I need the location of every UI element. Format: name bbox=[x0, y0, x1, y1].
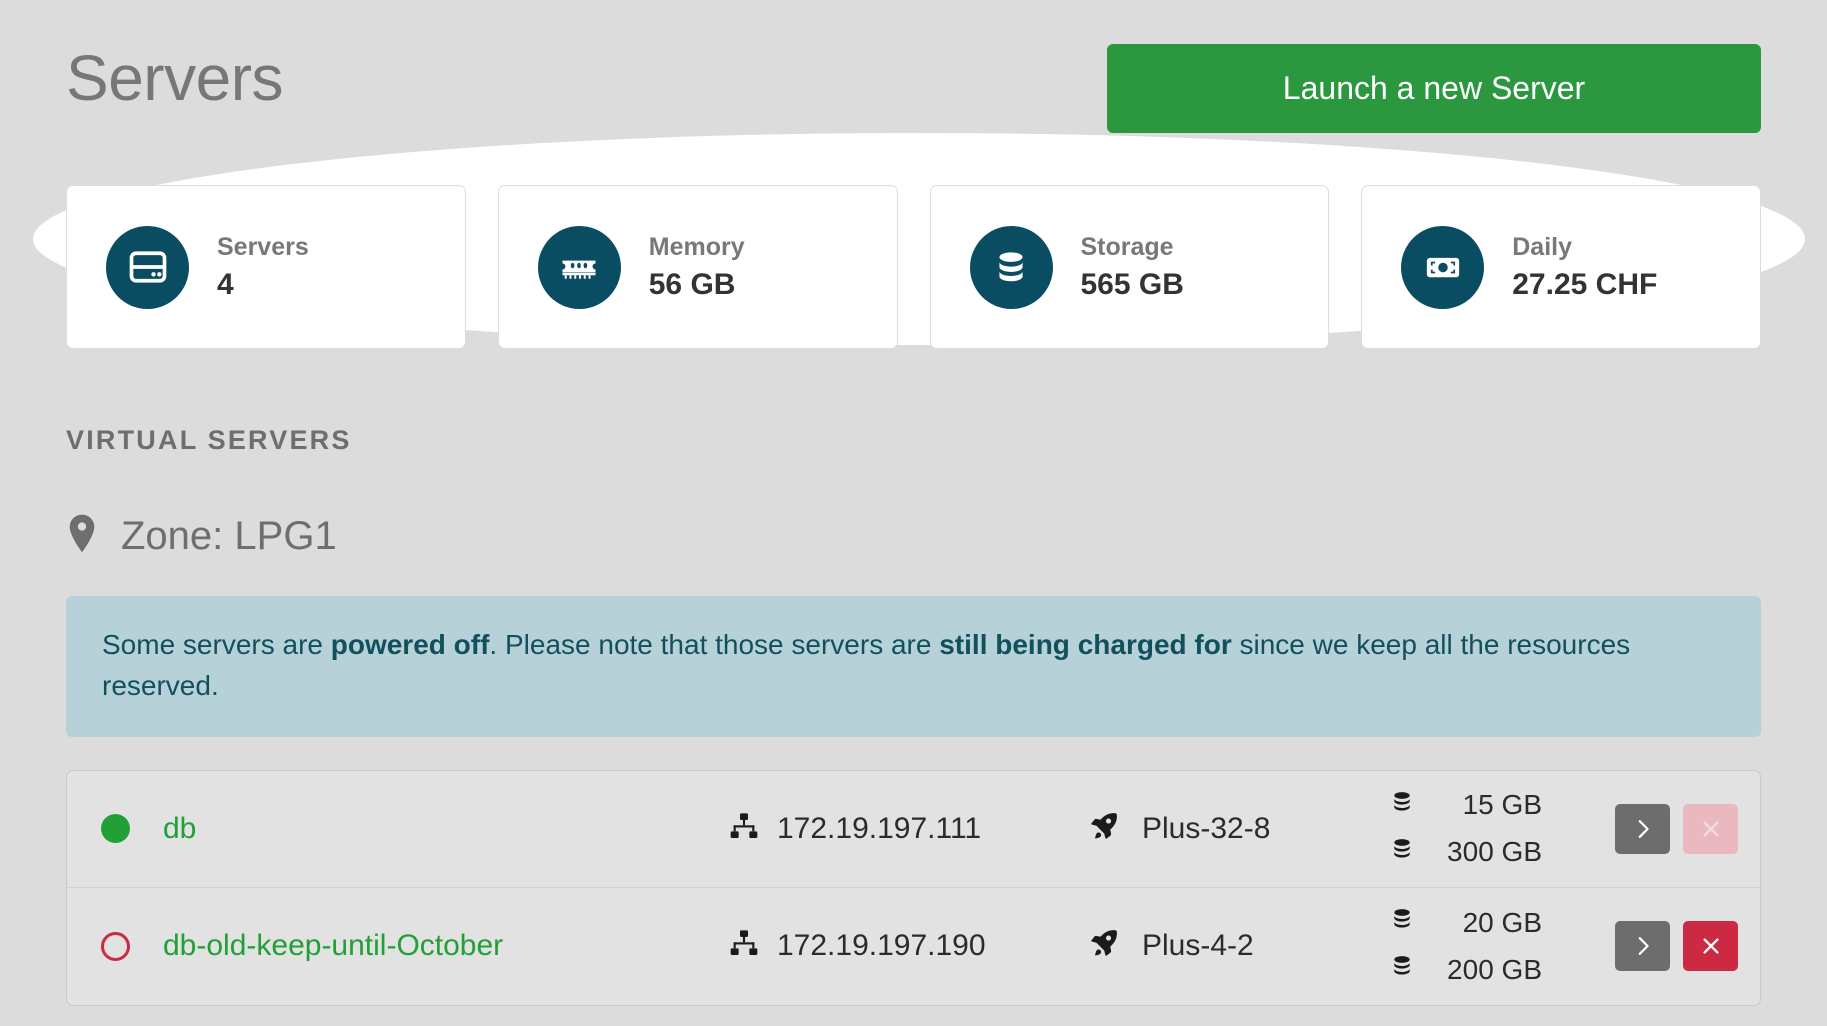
disk-line: 200 GB bbox=[1388, 952, 1578, 987]
stat-card-text: Storage 565 GB bbox=[1080, 232, 1184, 301]
storage-icon bbox=[969, 225, 1053, 309]
server-ip-cell: 172.19.197.190 bbox=[728, 927, 1088, 965]
disk-size: 20 GB bbox=[1462, 906, 1542, 938]
server-row-actions bbox=[1578, 921, 1738, 972]
disk-line: 300 GB bbox=[1388, 835, 1578, 870]
status-indicator-running bbox=[101, 814, 130, 844]
disk-size: 200 GB bbox=[1447, 953, 1542, 985]
memory-icon bbox=[537, 225, 621, 309]
server-ip-value: 172.19.197.190 bbox=[777, 929, 986, 963]
notice-text-part2: . Please note that those servers are bbox=[489, 629, 940, 660]
stat-value: 4 bbox=[217, 267, 234, 301]
page-header: Servers Launch a new Server bbox=[66, 0, 1761, 150]
status-indicator-stopped bbox=[101, 931, 130, 961]
server-plan-value: Plus-4-2 bbox=[1142, 929, 1254, 963]
disk-icon bbox=[1388, 952, 1416, 987]
server-status bbox=[101, 931, 163, 961]
server-name-link[interactable]: db-old-keep-until-October bbox=[163, 931, 728, 961]
stat-value: 56 GB bbox=[648, 267, 736, 301]
chevron-right-icon bbox=[1632, 933, 1654, 959]
stat-label: Storage bbox=[1080, 232, 1174, 261]
server-plan-value: Plus-32-8 bbox=[1142, 811, 1271, 845]
server-list: db 172.19.197.111 Plus-32-8 15 GB 300 GB… bbox=[66, 769, 1761, 1006]
stat-cards-row: Servers 4 Memory 56 GB Storage 565 GB Da… bbox=[66, 185, 1761, 349]
stat-card-servers[interactable]: Servers 4 bbox=[66, 185, 466, 349]
stat-card-text: Servers 4 bbox=[217, 232, 309, 301]
server-plan-cell: Plus-32-8 bbox=[1088, 810, 1388, 848]
open-server-button[interactable] bbox=[1615, 921, 1670, 972]
section-heading-virtual-servers: VIRTUAL SERVERS bbox=[66, 425, 352, 455]
disk-line: 15 GB bbox=[1388, 788, 1578, 823]
server-plan-cell: Plus-4-2 bbox=[1088, 927, 1388, 965]
server-name-link[interactable]: db bbox=[163, 813, 728, 844]
table-row[interactable]: db 172.19.197.111 Plus-32-8 15 GB 300 GB bbox=[67, 771, 1760, 888]
open-server-button[interactable] bbox=[1615, 803, 1670, 854]
stat-label: Memory bbox=[648, 232, 745, 261]
disk-icon bbox=[1388, 905, 1416, 940]
server-row-actions bbox=[1578, 803, 1738, 854]
close-icon bbox=[1700, 935, 1722, 957]
network-icon bbox=[728, 810, 760, 848]
powered-off-notice: Some servers are powered off. Please not… bbox=[66, 596, 1761, 737]
zone-row: Zone: LPG1 bbox=[66, 509, 1761, 563]
table-row[interactable]: db-old-keep-until-October 172.19.197.190 bbox=[67, 888, 1760, 1005]
close-icon bbox=[1700, 818, 1722, 840]
network-icon bbox=[728, 927, 760, 965]
stat-card-text: Daily 27.25 CHF bbox=[1512, 232, 1658, 301]
zone-label: Zone: LPG1 bbox=[121, 514, 337, 558]
disk-size: 300 GB bbox=[1447, 836, 1542, 868]
disk-icon bbox=[1388, 788, 1416, 823]
server-ip-cell: 172.19.197.111 bbox=[728, 810, 1088, 848]
stat-card-memory[interactable]: Memory 56 GB bbox=[497, 185, 898, 349]
disk-icon bbox=[1388, 835, 1416, 870]
stat-card-storage[interactable]: Storage 565 GB bbox=[929, 185, 1330, 349]
stat-value: 565 GB bbox=[1080, 267, 1184, 301]
disk-size: 15 GB bbox=[1462, 789, 1542, 821]
server-icon bbox=[106, 225, 189, 309]
rocket-icon bbox=[1088, 810, 1120, 848]
page-title: Servers bbox=[66, 42, 284, 114]
notice-bold-charged-for: still being charged for bbox=[939, 629, 1232, 660]
notice-text-part1: Some servers are bbox=[102, 629, 331, 660]
server-ip-value: 172.19.197.111 bbox=[777, 811, 982, 845]
money-icon bbox=[1401, 225, 1485, 309]
server-disks-cell: 20 GB 200 GB bbox=[1388, 905, 1578, 987]
stat-card-text: Memory 56 GB bbox=[648, 232, 745, 301]
map-pin-icon bbox=[66, 512, 98, 561]
disk-line: 20 GB bbox=[1388, 905, 1578, 940]
server-disks-cell: 15 GB 300 GB bbox=[1388, 788, 1578, 870]
stat-label: Servers bbox=[217, 232, 309, 261]
launch-new-server-button[interactable]: Launch a new Server bbox=[1107, 44, 1761, 133]
server-status bbox=[101, 814, 163, 844]
stat-card-daily[interactable]: Daily 27.25 CHF bbox=[1361, 185, 1761, 349]
notice-bold-powered-off: powered off bbox=[330, 629, 490, 660]
chevron-right-icon bbox=[1632, 816, 1654, 842]
stat-label: Daily bbox=[1512, 232, 1573, 261]
stat-value: 27.25 CHF bbox=[1512, 267, 1658, 301]
rocket-icon bbox=[1088, 927, 1120, 965]
delete-server-button[interactable] bbox=[1683, 921, 1738, 972]
servers-page: Servers Launch a new Server Servers 4 Me… bbox=[0, 0, 1827, 1006]
delete-server-button[interactable] bbox=[1683, 803, 1738, 854]
